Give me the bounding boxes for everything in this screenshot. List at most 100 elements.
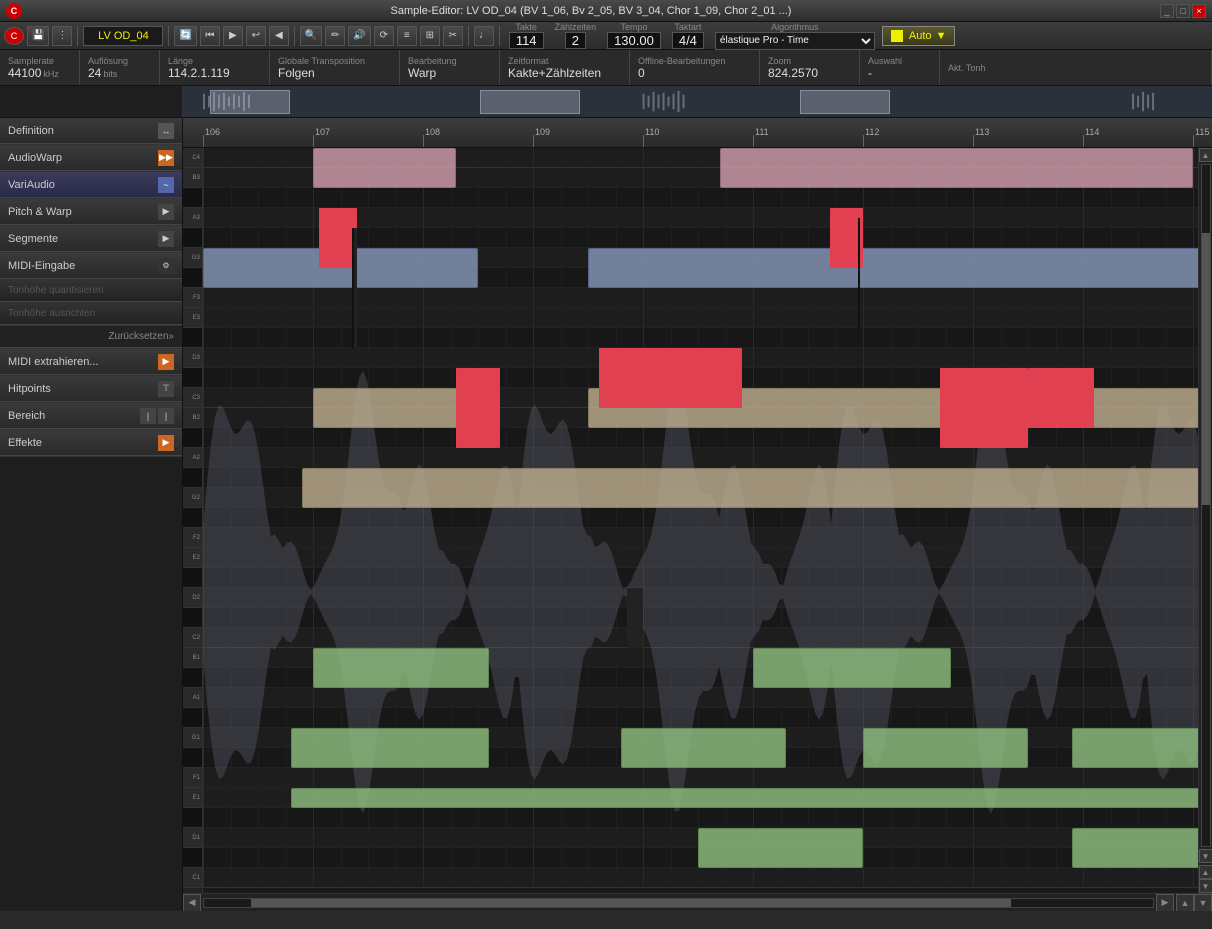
vscroll-extra2[interactable]: ▼ (1199, 879, 1212, 893)
audiowarp-icon: ▶▶ (158, 150, 174, 166)
tb-rewind[interactable]: ⏮ (200, 26, 220, 46)
vscroll-down[interactable]: ▼ (1199, 849, 1212, 863)
grid-vline-3 (533, 148, 534, 888)
vertical-scrollbar[interactable]: ▲ ▼ ▲ ▼ (1198, 148, 1212, 893)
grid-row-Bb2 (203, 428, 1198, 448)
variaudio-button[interactable]: VariAudio ~ (0, 172, 182, 198)
titlebar: C Sample-Editor: LV OD_04 (BV 1_06, Bv 2… (0, 0, 1212, 22)
ruler[interactable]: 106107108109110111112113114115 (183, 118, 1212, 148)
hscroll-track[interactable] (203, 898, 1154, 908)
tempo-value[interactable]: 130.00 (607, 32, 661, 49)
overview-waveform-right (800, 90, 890, 114)
note-block-14[interactable] (1072, 828, 1198, 868)
vscroll-extra1[interactable]: ▲ (1199, 865, 1212, 879)
note-block-12[interactable] (1072, 728, 1198, 768)
waveform-overview[interactable] (0, 86, 1212, 118)
tb-repeat[interactable]: ↩ (246, 26, 266, 46)
red-segment-2 (456, 368, 500, 448)
tb-bars[interactable]: ≡ (397, 26, 417, 46)
tb-loop[interactable]: ⟳ (374, 26, 394, 46)
red-segment-3 (599, 348, 742, 408)
window-controls[interactable]: _ □ × (1160, 4, 1206, 18)
tb-back[interactable]: ◀ (269, 26, 289, 46)
note-block-10[interactable] (621, 728, 786, 768)
algo-select[interactable]: élastique Pro - Time (715, 32, 875, 50)
hscroll-right1[interactable]: ▶ (1156, 894, 1174, 912)
audiowarp-button[interactable]: AudioWarp ▶▶ (0, 145, 182, 171)
tb-arrow[interactable]: 🔄 (174, 26, 196, 46)
bereich-section: Bereich | | (0, 403, 182, 430)
auswahl-label: Auswahl (868, 56, 931, 66)
midi-eingabe-button[interactable]: MIDI-Eingabe ⚙ (0, 253, 182, 279)
horizontal-scrollbar[interactable]: ◀ ▶ ▲ ▼ (183, 893, 1212, 911)
note-block-4[interactable] (313, 388, 478, 428)
auto-button[interactable]: Auto ▼ (882, 26, 956, 46)
tb-play[interactable]: ▶ (223, 26, 243, 46)
tb-pencil[interactable]: ✏ (325, 26, 345, 46)
midi-eingabe-label: MIDI-Eingabe (8, 260, 75, 272)
takte-value[interactable]: 114 (509, 32, 544, 49)
note-block-7[interactable] (313, 648, 489, 688)
zoom-label: Zoom (768, 56, 851, 66)
close-button[interactable]: × (1192, 4, 1206, 18)
hscroll-right3[interactable]: ▼ (1194, 894, 1212, 912)
piano-key-B2: B2 (183, 408, 202, 428)
akt-label: Akt. Tonh (948, 63, 1203, 73)
editor-area: 106107108109110111112113114115 C4B3A3G3F… (183, 118, 1212, 911)
tb-zoom[interactable]: 🔍 (300, 26, 322, 46)
minimize-button[interactable]: _ (1160, 4, 1174, 18)
vscroll-thumb[interactable] (1202, 233, 1210, 505)
note-block-8[interactable] (753, 648, 951, 688)
note-block-15[interactable] (291, 788, 1198, 808)
note-block-1[interactable] (720, 148, 1193, 188)
segmente-button[interactable]: Segmente ▶ (0, 226, 182, 252)
tb-scissors[interactable]: ✂ (443, 26, 463, 46)
samplerate-unit: kHz (43, 69, 59, 79)
vscroll-up[interactable]: ▲ (1199, 148, 1212, 162)
akt-cell: Akt. Tonh (940, 50, 1212, 85)
grid-row-F1 (203, 768, 1198, 788)
effekte-button[interactable]: Effekte ▶ (0, 430, 182, 456)
definition-section: Definition ↔ (0, 118, 182, 145)
maximize-button[interactable]: □ (1176, 4, 1190, 18)
toolbar-btn2[interactable]: ⋮ (52, 26, 72, 46)
grid-container[interactable] (203, 148, 1198, 893)
piano-key-B1: B1 (183, 648, 202, 668)
tonhoehe-quantisieren-button[interactable]: Tonhöhe quantisieren (0, 280, 182, 302)
midi-extrahieren-button[interactable]: MIDI extrahieren... ▶ (0, 349, 182, 375)
hscroll-thumb[interactable] (251, 899, 1010, 907)
zuruecksetzen-button[interactable]: Zurücksetzen» (0, 326, 182, 348)
note-block-13[interactable] (698, 828, 863, 868)
tb-snap[interactable]: ⊞ (420, 26, 440, 46)
note-block-3[interactable] (588, 248, 1198, 288)
note-block-6[interactable] (302, 468, 1198, 508)
zuruecksetzen-label: Zurücksetzen» (108, 331, 174, 342)
tonhoehe-ausrichten-label: Tonhöhe ausrichten (8, 308, 95, 319)
hscroll-left[interactable]: ◀ (183, 894, 201, 912)
piano-key-F#3 (183, 268, 202, 288)
zahlzeiten-value[interactable]: 2 (565, 32, 586, 49)
vscroll-track[interactable] (1201, 164, 1211, 847)
definition-button[interactable]: Definition ↔ (0, 118, 182, 144)
tb-metronome[interactable]: ♩ (474, 26, 494, 46)
tb-speaker[interactable]: 🔊 (348, 26, 370, 46)
samplerate-value: 44100 (8, 66, 41, 80)
toolbar: C 💾 ⋮ LV OD_04 🔄 ⏮ ▶ ↩ ◀ 🔍 ✏ 🔊 ⟳ ≡ ⊞ ✂ ♩… (0, 22, 1212, 50)
aufloesung-label: Auflösung (88, 56, 151, 66)
tonhoehe-ausrichten-button[interactable]: Tonhöhe ausrichten (0, 303, 182, 325)
note-block-11[interactable] (863, 728, 1028, 768)
toolbar-icon-1[interactable]: C (4, 27, 24, 45)
waveform-overview-display[interactable] (183, 86, 1212, 117)
piano-key-D1: D1 (183, 828, 202, 848)
hitpoints-button[interactable]: Hitpoints ⊤ (0, 376, 182, 402)
bereich-button[interactable]: Bereich | | (0, 403, 182, 429)
note-block-9[interactable] (291, 728, 489, 768)
note-block-0[interactable] (313, 148, 456, 188)
toolbar-save[interactable]: 💾 (27, 26, 49, 46)
pitch-warp-button[interactable]: Pitch & Warp ▶ (0, 199, 182, 225)
grid-row-F2 (203, 528, 1198, 548)
hscroll-right2[interactable]: ▲ (1176, 894, 1194, 912)
left-panel: Definition ↔ AudioWarp ▶▶ VariAudio ~ Pi… (0, 118, 183, 911)
taktart-value[interactable]: 4/4 (672, 32, 704, 49)
auto-label: Auto (909, 30, 932, 42)
